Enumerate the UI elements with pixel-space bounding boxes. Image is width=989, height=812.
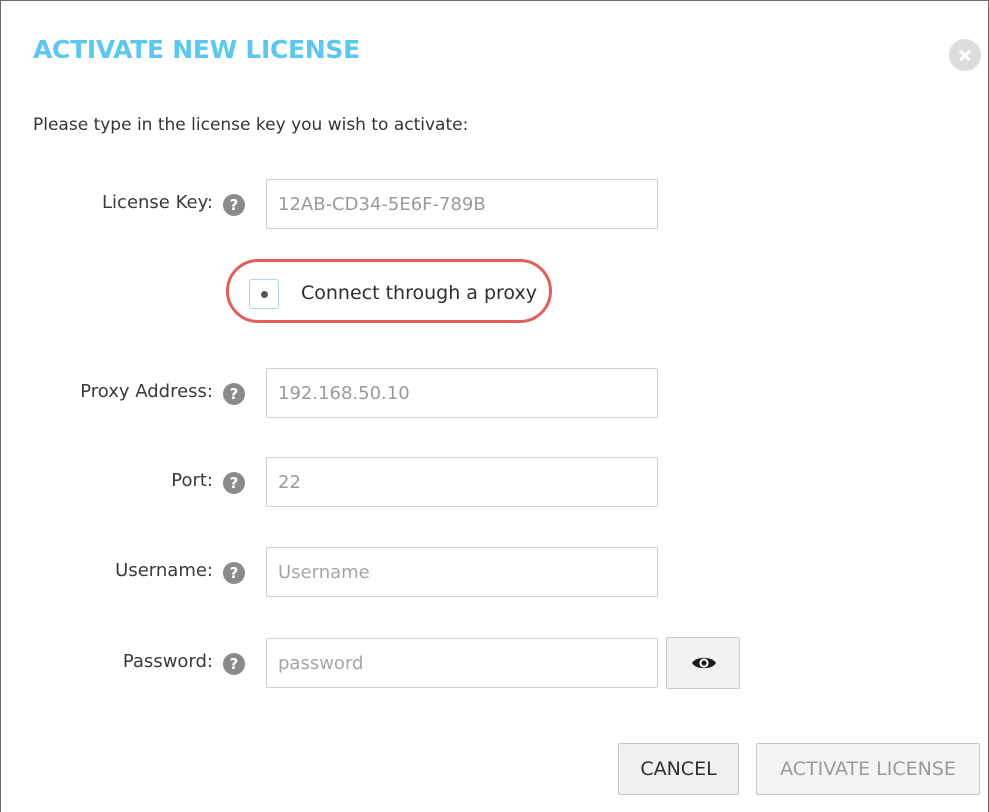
intro-text: Please type in the license key you wish …: [33, 115, 469, 135]
license-key-input[interactable]: [266, 179, 658, 229]
show-password-button[interactable]: [666, 637, 740, 689]
activate-license-dialog: ACTIVATE NEW LICENSE Please type in the …: [0, 0, 989, 812]
proxy-checkbox[interactable]: [249, 279, 279, 309]
username-label: Username:: [115, 560, 213, 581]
proxy-address-label: Proxy Address:: [80, 381, 213, 402]
port-label: Port:: [171, 470, 213, 491]
checkbox-indicator: [261, 291, 268, 298]
username-input[interactable]: [266, 547, 658, 597]
activate-license-button[interactable]: ACTIVATE LICENSE: [756, 743, 980, 795]
help-icon[interactable]: ?: [223, 472, 245, 494]
proxy-address-input[interactable]: [266, 368, 658, 418]
help-icon[interactable]: ?: [223, 653, 245, 675]
help-icon[interactable]: ?: [223, 194, 245, 216]
port-input[interactable]: [266, 457, 658, 507]
close-icon[interactable]: [949, 39, 981, 71]
cancel-button[interactable]: CANCEL: [618, 743, 739, 795]
dialog-title: ACTIVATE NEW LICENSE: [33, 35, 360, 64]
proxy-checkbox-label[interactable]: Connect through a proxy: [301, 282, 537, 304]
help-icon[interactable]: ?: [223, 383, 245, 405]
password-label: Password:: [122, 651, 213, 672]
eye-icon: [692, 657, 716, 669]
help-icon[interactable]: ?: [223, 562, 245, 584]
license-key-label: License Key:: [102, 192, 213, 213]
password-input[interactable]: [266, 638, 658, 688]
